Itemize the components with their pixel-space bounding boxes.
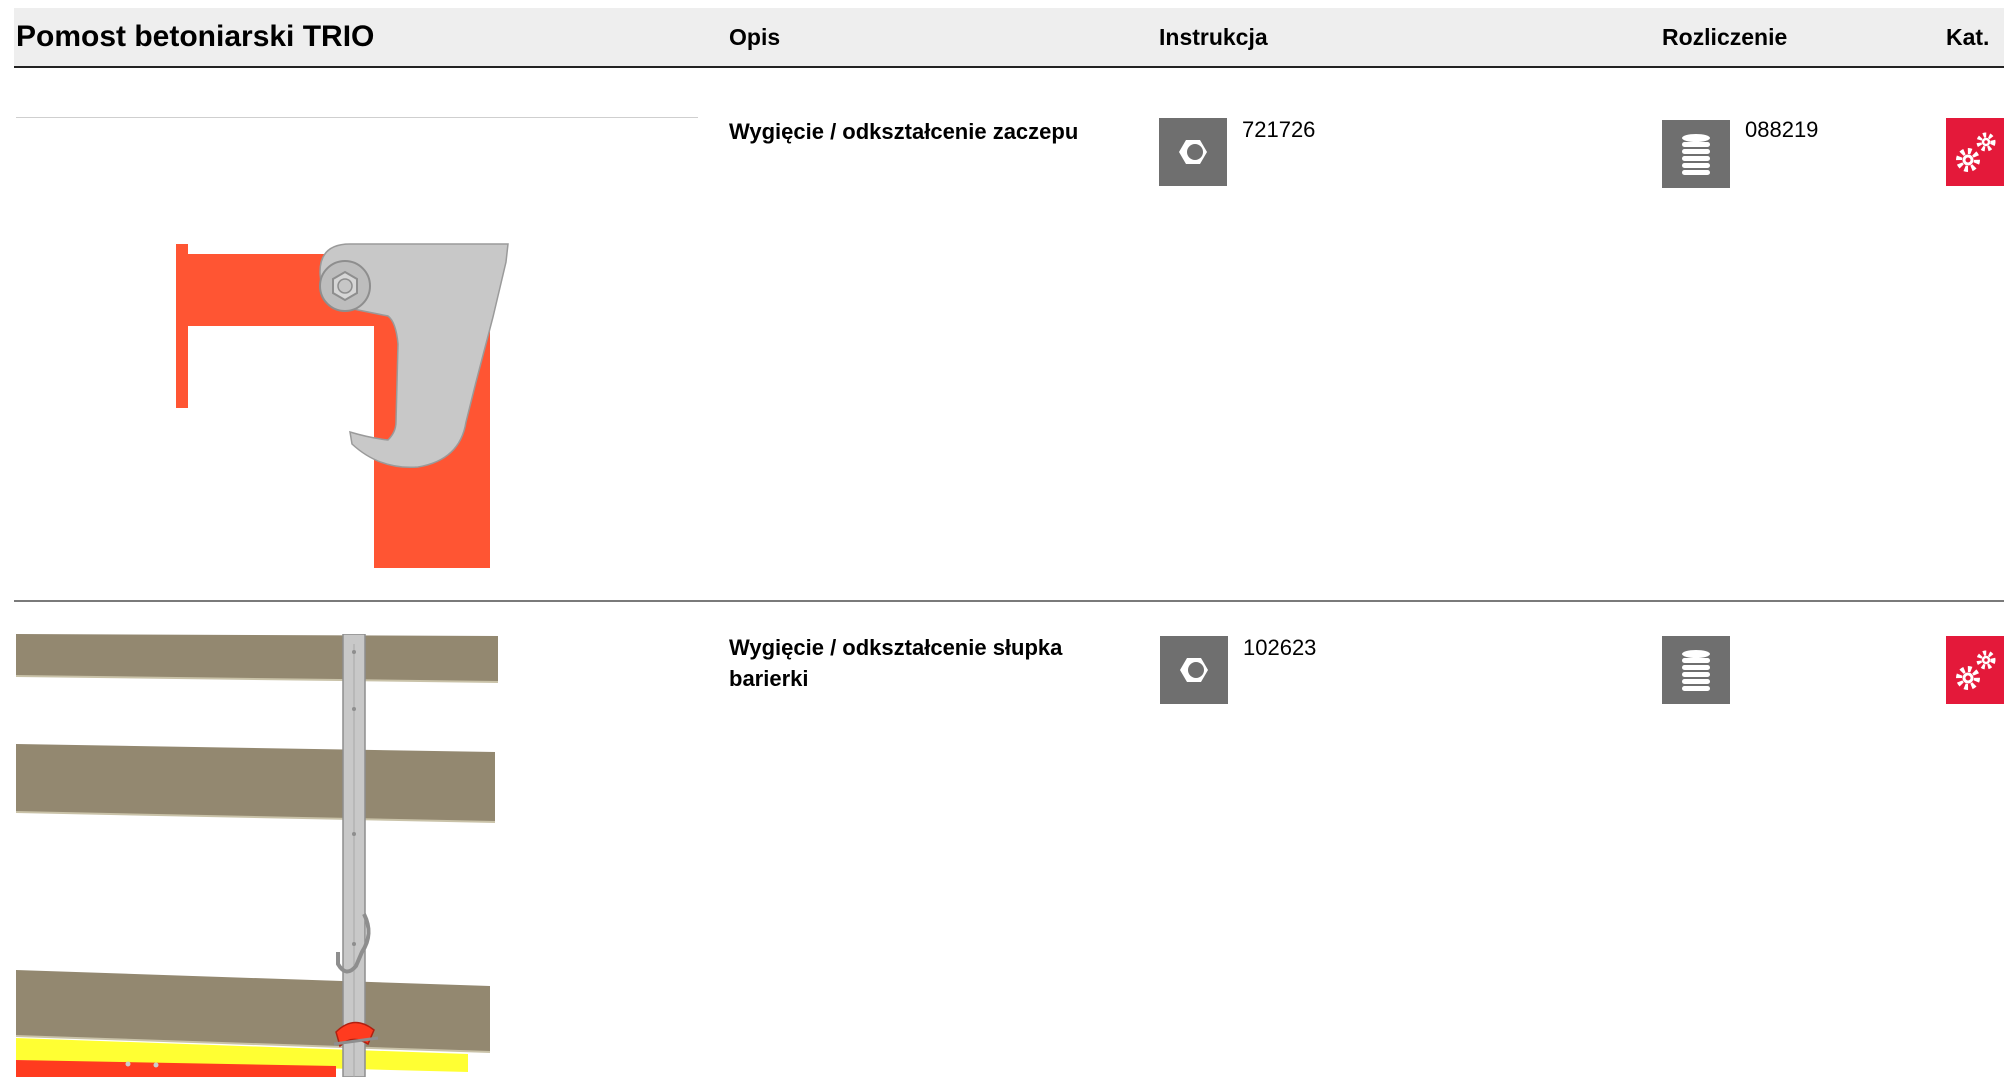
column-header-instrukcja: Instrukcja — [1159, 24, 1268, 50]
row-description: Wygięcie / odkształcenie zaczepu — [729, 119, 1079, 144]
hook-drawing — [176, 243, 509, 568]
column-header-kat: Kat. — [1946, 24, 1990, 50]
table-header: Pomost betoniarski TRIO Opis Instrukcja … — [14, 8, 2004, 68]
row-divider — [14, 600, 2004, 602]
instruction-code: 721726 — [1242, 117, 1316, 142]
coin-stack-icon[interactable] — [1662, 636, 1730, 704]
gears-icon[interactable] — [1946, 118, 2004, 186]
image-divider — [16, 117, 698, 118]
settlement-code: 088219 — [1745, 117, 1819, 142]
hex-nut-icon[interactable] — [1160, 636, 1228, 704]
coin-stack-icon[interactable] — [1662, 120, 1730, 188]
instruction-code: 102623 — [1243, 635, 1317, 660]
page-title: Pomost betoniarski TRIO — [16, 20, 375, 53]
hex-nut-icon[interactable] — [1159, 118, 1227, 186]
guardrail-drawing — [16, 634, 499, 1077]
hook-image — [160, 232, 520, 568]
column-header-opis: Opis — [729, 24, 781, 50]
guardrail-post-image — [16, 634, 502, 1077]
gears-icon[interactable] — [1946, 636, 2004, 704]
column-header-rozliczenie: Rozliczenie — [1662, 24, 1788, 50]
row-description: Wygięcie / odkształcenie słupka barierki — [729, 635, 1063, 691]
